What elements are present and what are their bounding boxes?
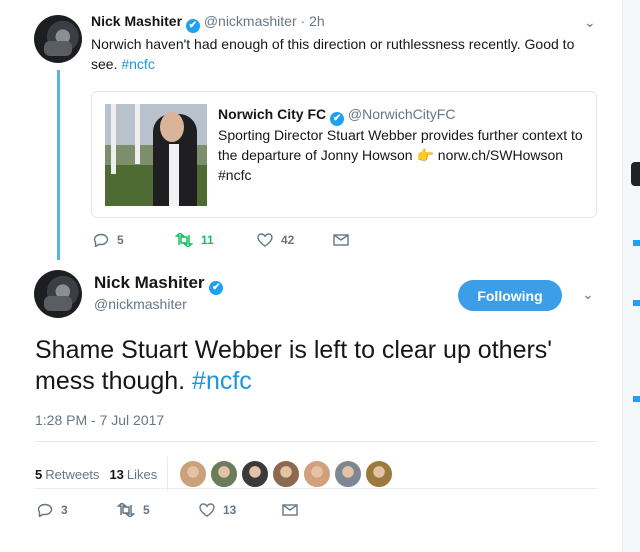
divider bbox=[167, 457, 169, 491]
background-page-element bbox=[633, 396, 640, 402]
background-page-edge bbox=[623, 0, 640, 552]
liker-avatar[interactable] bbox=[365, 460, 394, 488]
background-page-element bbox=[633, 300, 640, 306]
retweets-stat[interactable]: 5 Retweets bbox=[35, 467, 99, 482]
liker-avatar[interactable] bbox=[210, 460, 239, 488]
divider bbox=[35, 441, 597, 442]
main-author-name[interactable]: Nick Mashiter ✔ bbox=[94, 273, 224, 295]
quoted-header: Norwich City FC ✔ @NorwichCityFC bbox=[218, 106, 455, 126]
retweet-count: 11 bbox=[201, 233, 214, 247]
direct-message-button[interactable] bbox=[333, 234, 349, 246]
background-page-element bbox=[633, 240, 640, 246]
chevron-down-icon[interactable]: ⌄ bbox=[582, 286, 594, 303]
verified-icon: ✔ bbox=[185, 19, 200, 33]
heart-icon bbox=[199, 503, 215, 517]
envelope-icon bbox=[282, 504, 298, 516]
quoted-author-name: Norwich City FC bbox=[218, 106, 327, 122]
quoted-link: norw.ch/SWHowson bbox=[437, 147, 564, 163]
parent-tweet-text: Norwich haven't had enough of this direc… bbox=[91, 34, 591, 74]
reply-icon bbox=[93, 233, 109, 247]
parent-actions: 5 11 42 bbox=[93, 233, 349, 247]
following-button[interactable]: Following bbox=[458, 280, 562, 311]
parent-time[interactable]: · 2h bbox=[301, 13, 325, 29]
liker-avatar[interactable] bbox=[179, 460, 208, 488]
tweet-timestamp[interactable]: 1:28 PM - 7 Jul 2017 bbox=[35, 412, 164, 428]
like-button[interactable]: 42 bbox=[257, 233, 333, 247]
parent-author-handle[interactable]: @nickmashiter bbox=[204, 13, 297, 29]
parent-header: Nick Mashiter ✔ @nickmashiter · 2h bbox=[91, 13, 325, 33]
liker-avatar[interactable] bbox=[272, 460, 301, 488]
engagement-stats: 5 Retweets 13 Likes bbox=[35, 457, 394, 491]
verified-icon: ✔ bbox=[330, 112, 345, 126]
retweet-icon bbox=[175, 233, 193, 247]
retweet-count: 5 bbox=[143, 503, 150, 517]
main-actions: 3 5 13 bbox=[37, 503, 298, 517]
like-count: 42 bbox=[281, 233, 295, 247]
reply-icon bbox=[37, 503, 53, 517]
retweet-icon bbox=[117, 503, 135, 517]
retweet-button[interactable]: 5 bbox=[117, 503, 199, 517]
reply-count: 3 bbox=[61, 503, 68, 517]
chevron-down-icon[interactable]: ⌄ bbox=[584, 14, 596, 31]
quoted-author-handle: @NorwichCityFC bbox=[347, 106, 456, 122]
main-tweet-text: Shame Stuart Webber is left to clear up … bbox=[35, 335, 595, 397]
background-page-element bbox=[631, 162, 640, 186]
direct-message-button[interactable] bbox=[282, 504, 298, 516]
liker-avatar[interactable] bbox=[334, 460, 363, 488]
like-button[interactable]: 13 bbox=[199, 503, 282, 517]
envelope-icon bbox=[333, 234, 349, 246]
main-avatar[interactable] bbox=[34, 270, 82, 318]
quoted-text: Sporting Director Stuart Webber provides… bbox=[218, 127, 583, 183]
quoted-tweet[interactable]: Norwich City FC ✔ @NorwichCityFC Sportin… bbox=[91, 91, 597, 218]
reply-button[interactable]: 5 bbox=[93, 233, 175, 247]
quoted-hashtag: #ncfc bbox=[218, 167, 252, 183]
likes-stat[interactable]: 13 Likes bbox=[109, 467, 157, 482]
divider bbox=[35, 488, 597, 489]
main-text: Shame Stuart Webber is left to clear up … bbox=[35, 336, 553, 395]
tweet-permalink-card: Nick Mashiter ✔ @nickmashiter · 2h ⌄ Nor… bbox=[0, 0, 623, 552]
parent-text: Norwich haven't had enough of this direc… bbox=[91, 36, 575, 72]
main-hashtag[interactable]: #ncfc bbox=[192, 367, 252, 395]
main-author-handle[interactable]: @nickmashiter bbox=[94, 296, 187, 312]
liker-avatar[interactable] bbox=[303, 460, 332, 488]
verified-icon: ✔ bbox=[209, 281, 224, 295]
likers-avatars bbox=[179, 460, 394, 488]
quoted-tweet-photo[interactable] bbox=[105, 104, 207, 206]
like-count: 13 bbox=[223, 503, 237, 517]
parent-avatar[interactable] bbox=[34, 15, 82, 63]
reply-button[interactable]: 3 bbox=[37, 503, 117, 517]
heart-icon bbox=[257, 233, 273, 247]
reply-count: 5 bbox=[117, 233, 124, 247]
parent-hashtag[interactable]: #ncfc bbox=[121, 56, 154, 72]
liker-avatar[interactable] bbox=[241, 460, 270, 488]
conversation-thread-line bbox=[57, 70, 60, 260]
retweet-button[interactable]: 11 bbox=[175, 233, 257, 247]
pointing-hand-emoji: 👉 bbox=[416, 147, 434, 163]
parent-author-name[interactable]: Nick Mashiter bbox=[91, 13, 182, 29]
